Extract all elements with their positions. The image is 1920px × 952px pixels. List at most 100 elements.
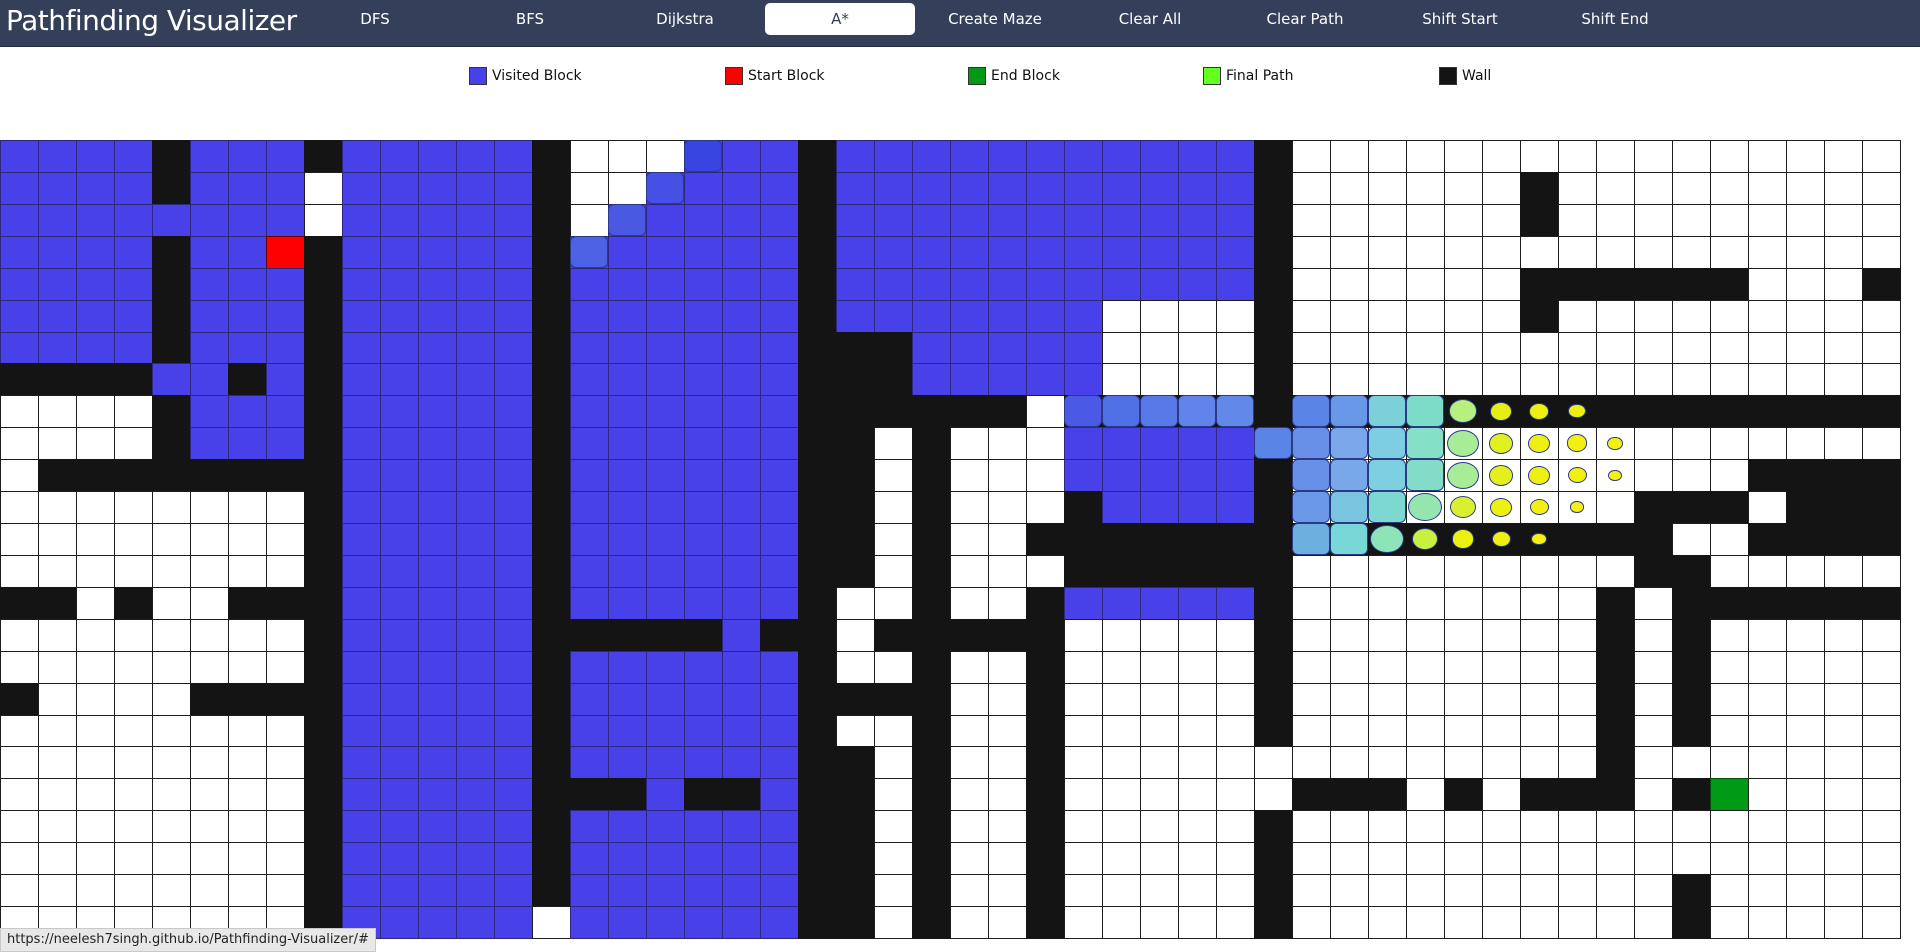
wall-cell[interactable] bbox=[1634, 491, 1673, 524]
grid-cell[interactable] bbox=[266, 778, 305, 811]
visited-cell[interactable] bbox=[266, 300, 305, 333]
grid-cell[interactable] bbox=[1406, 332, 1445, 364]
visited-cell[interactable] bbox=[912, 300, 951, 333]
wall-cell[interactable] bbox=[532, 300, 571, 333]
grid-cell[interactable] bbox=[228, 778, 267, 811]
wall-cell[interactable] bbox=[1672, 268, 1711, 301]
visited-cell[interactable] bbox=[494, 683, 533, 716]
grid-cell[interactable] bbox=[570, 140, 609, 173]
visited-cell[interactable] bbox=[1064, 363, 1103, 396]
grid-cell[interactable] bbox=[1748, 172, 1787, 205]
visited-cell[interactable] bbox=[760, 651, 799, 684]
wall-cell[interactable] bbox=[1064, 491, 1103, 524]
visited-cell[interactable] bbox=[418, 300, 457, 333]
visited-cell[interactable] bbox=[456, 363, 495, 396]
wall-cell[interactable] bbox=[912, 906, 951, 939]
grid-cell[interactable] bbox=[1634, 459, 1673, 492]
visited-cell[interactable] bbox=[760, 140, 799, 173]
grid-cell[interactable] bbox=[1862, 842, 1901, 875]
wall-cell[interactable] bbox=[304, 300, 343, 333]
grid-cell[interactable] bbox=[1672, 427, 1711, 460]
grid-cell[interactable] bbox=[950, 810, 989, 843]
grid-cell[interactable] bbox=[76, 395, 115, 428]
grid-cell[interactable] bbox=[1406, 172, 1445, 205]
grid-cell[interactable] bbox=[1026, 395, 1065, 428]
wall-cell[interactable] bbox=[532, 204, 571, 237]
grid-cell[interactable] bbox=[1064, 810, 1103, 843]
wall-cell[interactable] bbox=[1862, 523, 1901, 556]
wall-cell[interactable] bbox=[1026, 523, 1065, 556]
grid-cell[interactable] bbox=[1558, 332, 1597, 364]
wall-cell[interactable] bbox=[798, 204, 837, 237]
visited-cell[interactable] bbox=[1216, 172, 1255, 205]
grid-cell[interactable] bbox=[1102, 363, 1141, 396]
grid-cell[interactable] bbox=[1558, 651, 1597, 684]
grid-cell[interactable] bbox=[1292, 810, 1331, 843]
wall-cell[interactable] bbox=[950, 619, 989, 652]
grid-cell[interactable] bbox=[0, 874, 39, 907]
visited-cell[interactable] bbox=[1178, 204, 1217, 237]
grid-cell[interactable] bbox=[1368, 236, 1407, 269]
wall-cell[interactable] bbox=[532, 523, 571, 556]
visited-cell[interactable] bbox=[114, 140, 153, 173]
grid-cell[interactable] bbox=[1710, 172, 1749, 205]
visited-cell[interactable] bbox=[228, 395, 267, 428]
grid-cell[interactable] bbox=[114, 683, 153, 716]
grid-cell[interactable] bbox=[1482, 778, 1521, 811]
wall-cell[interactable] bbox=[1178, 523, 1217, 556]
grid-cell[interactable] bbox=[1140, 778, 1179, 811]
visited-cell[interactable] bbox=[874, 236, 913, 269]
grid-cell[interactable] bbox=[988, 810, 1027, 843]
wall-cell[interactable] bbox=[1710, 395, 1749, 428]
visited-cell[interactable] bbox=[874, 172, 913, 205]
grid-cell[interactable] bbox=[1292, 746, 1331, 779]
wall-cell[interactable] bbox=[1026, 842, 1065, 875]
wall-cell[interactable] bbox=[304, 810, 343, 843]
wall-cell[interactable] bbox=[1710, 268, 1749, 301]
visited-cell[interactable] bbox=[1064, 268, 1103, 301]
visited-cell[interactable] bbox=[380, 491, 419, 524]
grid-cell[interactable] bbox=[1368, 204, 1407, 237]
visited-cell[interactable] bbox=[342, 778, 381, 811]
grid-cell[interactable] bbox=[1786, 746, 1825, 779]
wall-cell[interactable] bbox=[304, 746, 343, 779]
grid-cell[interactable] bbox=[1292, 236, 1331, 269]
grid-cell[interactable] bbox=[266, 715, 305, 747]
visited-cell[interactable] bbox=[266, 395, 305, 428]
wall-cell[interactable] bbox=[798, 300, 837, 333]
grid-cell[interactable] bbox=[1216, 906, 1255, 939]
grid-cell[interactable] bbox=[1330, 842, 1369, 875]
visited-cell[interactable] bbox=[494, 906, 533, 939]
wall-cell[interactable] bbox=[304, 395, 343, 428]
wall-cell[interactable] bbox=[532, 587, 571, 620]
wall-cell[interactable] bbox=[1254, 874, 1293, 907]
grid-cell[interactable] bbox=[1368, 683, 1407, 716]
grid-cell[interactable] bbox=[228, 619, 267, 652]
visited-cell[interactable] bbox=[684, 746, 723, 779]
wall-cell[interactable] bbox=[266, 683, 305, 716]
wall-cell[interactable] bbox=[912, 683, 951, 716]
wall-cell[interactable] bbox=[1824, 587, 1863, 620]
grid-cell[interactable] bbox=[1064, 746, 1103, 779]
visited-cell[interactable] bbox=[1140, 459, 1179, 492]
grid-cell[interactable] bbox=[1216, 363, 1255, 396]
visited-cell[interactable] bbox=[722, 619, 761, 652]
grid-cell[interactable] bbox=[608, 172, 647, 205]
wall-cell[interactable] bbox=[1254, 332, 1293, 364]
grid-cell[interactable] bbox=[1558, 587, 1597, 620]
grid-cell[interactable] bbox=[1406, 874, 1445, 907]
visited-cell[interactable] bbox=[1140, 140, 1179, 173]
grid-cell[interactable] bbox=[0, 459, 39, 492]
visited-cell[interactable] bbox=[418, 332, 457, 364]
wall-cell[interactable] bbox=[798, 427, 837, 460]
visited-cell[interactable] bbox=[760, 523, 799, 556]
grid-cell[interactable] bbox=[114, 874, 153, 907]
wall-cell[interactable] bbox=[1672, 683, 1711, 716]
wall-cell[interactable] bbox=[532, 140, 571, 173]
wall-cell[interactable] bbox=[304, 523, 343, 556]
visited-cell[interactable] bbox=[722, 395, 761, 428]
visited-cell[interactable] bbox=[380, 778, 419, 811]
wall-cell[interactable] bbox=[38, 363, 77, 396]
grid-cell[interactable] bbox=[1406, 619, 1445, 652]
grid-cell[interactable] bbox=[1520, 651, 1559, 684]
